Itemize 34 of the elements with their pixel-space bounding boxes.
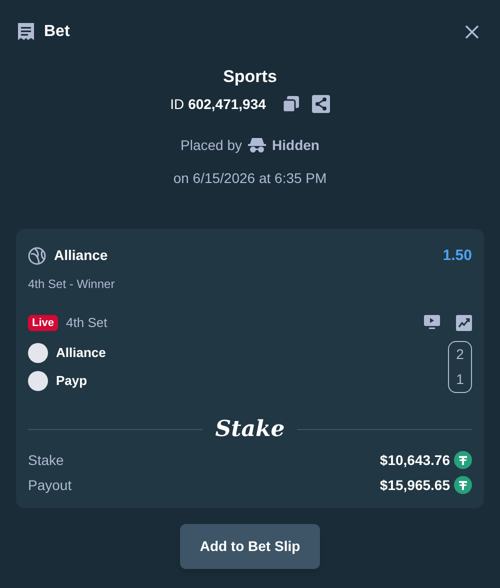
incognito-icon: [248, 137, 266, 153]
team-logo-icon: [28, 342, 48, 362]
team-name: Alliance: [56, 344, 106, 362]
placed-by-user: Hidden: [272, 136, 320, 154]
stats-chart-icon[interactable]: [456, 314, 472, 331]
amount-value: $15,965.65: [380, 476, 450, 494]
team-name: Payp: [56, 372, 88, 390]
team-score: 1: [456, 370, 464, 388]
team-logo-icon: [28, 370, 48, 390]
team-score: 2: [456, 344, 464, 364]
live-badge: Live: [28, 314, 58, 331]
bet-id-label: ID: [170, 94, 184, 114]
placed-date: on 6/15/2026 at 6:35 PM: [173, 168, 327, 188]
market-name: 4th Set - Winner: [28, 276, 116, 293]
tether-coin-icon: [454, 476, 472, 494]
tether-coin-icon: [454, 451, 472, 469]
brand-logo: Stake: [215, 414, 285, 444]
add-to-bet-slip-button[interactable]: Add to Bet Slip: [180, 524, 320, 568]
volleyball-icon: [28, 246, 46, 265]
close-icon[interactable]: [464, 24, 480, 40]
bet-id: 602,471,934: [188, 94, 266, 114]
amount-value: $10,643.76: [380, 450, 450, 470]
amount-label: Stake: [28, 450, 64, 470]
share-icon[interactable]: [312, 95, 330, 113]
selected-team: Alliance: [54, 246, 108, 266]
modal-title: Bet: [44, 22, 70, 42]
live-stream-icon[interactable]: [424, 315, 440, 330]
odds: 1.50: [442, 246, 472, 266]
bet-category: Sports: [223, 66, 277, 88]
receipt-icon: [16, 22, 36, 42]
amount-label: Payout: [28, 476, 72, 495]
copy-icon[interactable]: [282, 95, 300, 113]
match-period: 4th Set: [66, 314, 108, 332]
placed-by-label: Placed by: [180, 136, 242, 155]
